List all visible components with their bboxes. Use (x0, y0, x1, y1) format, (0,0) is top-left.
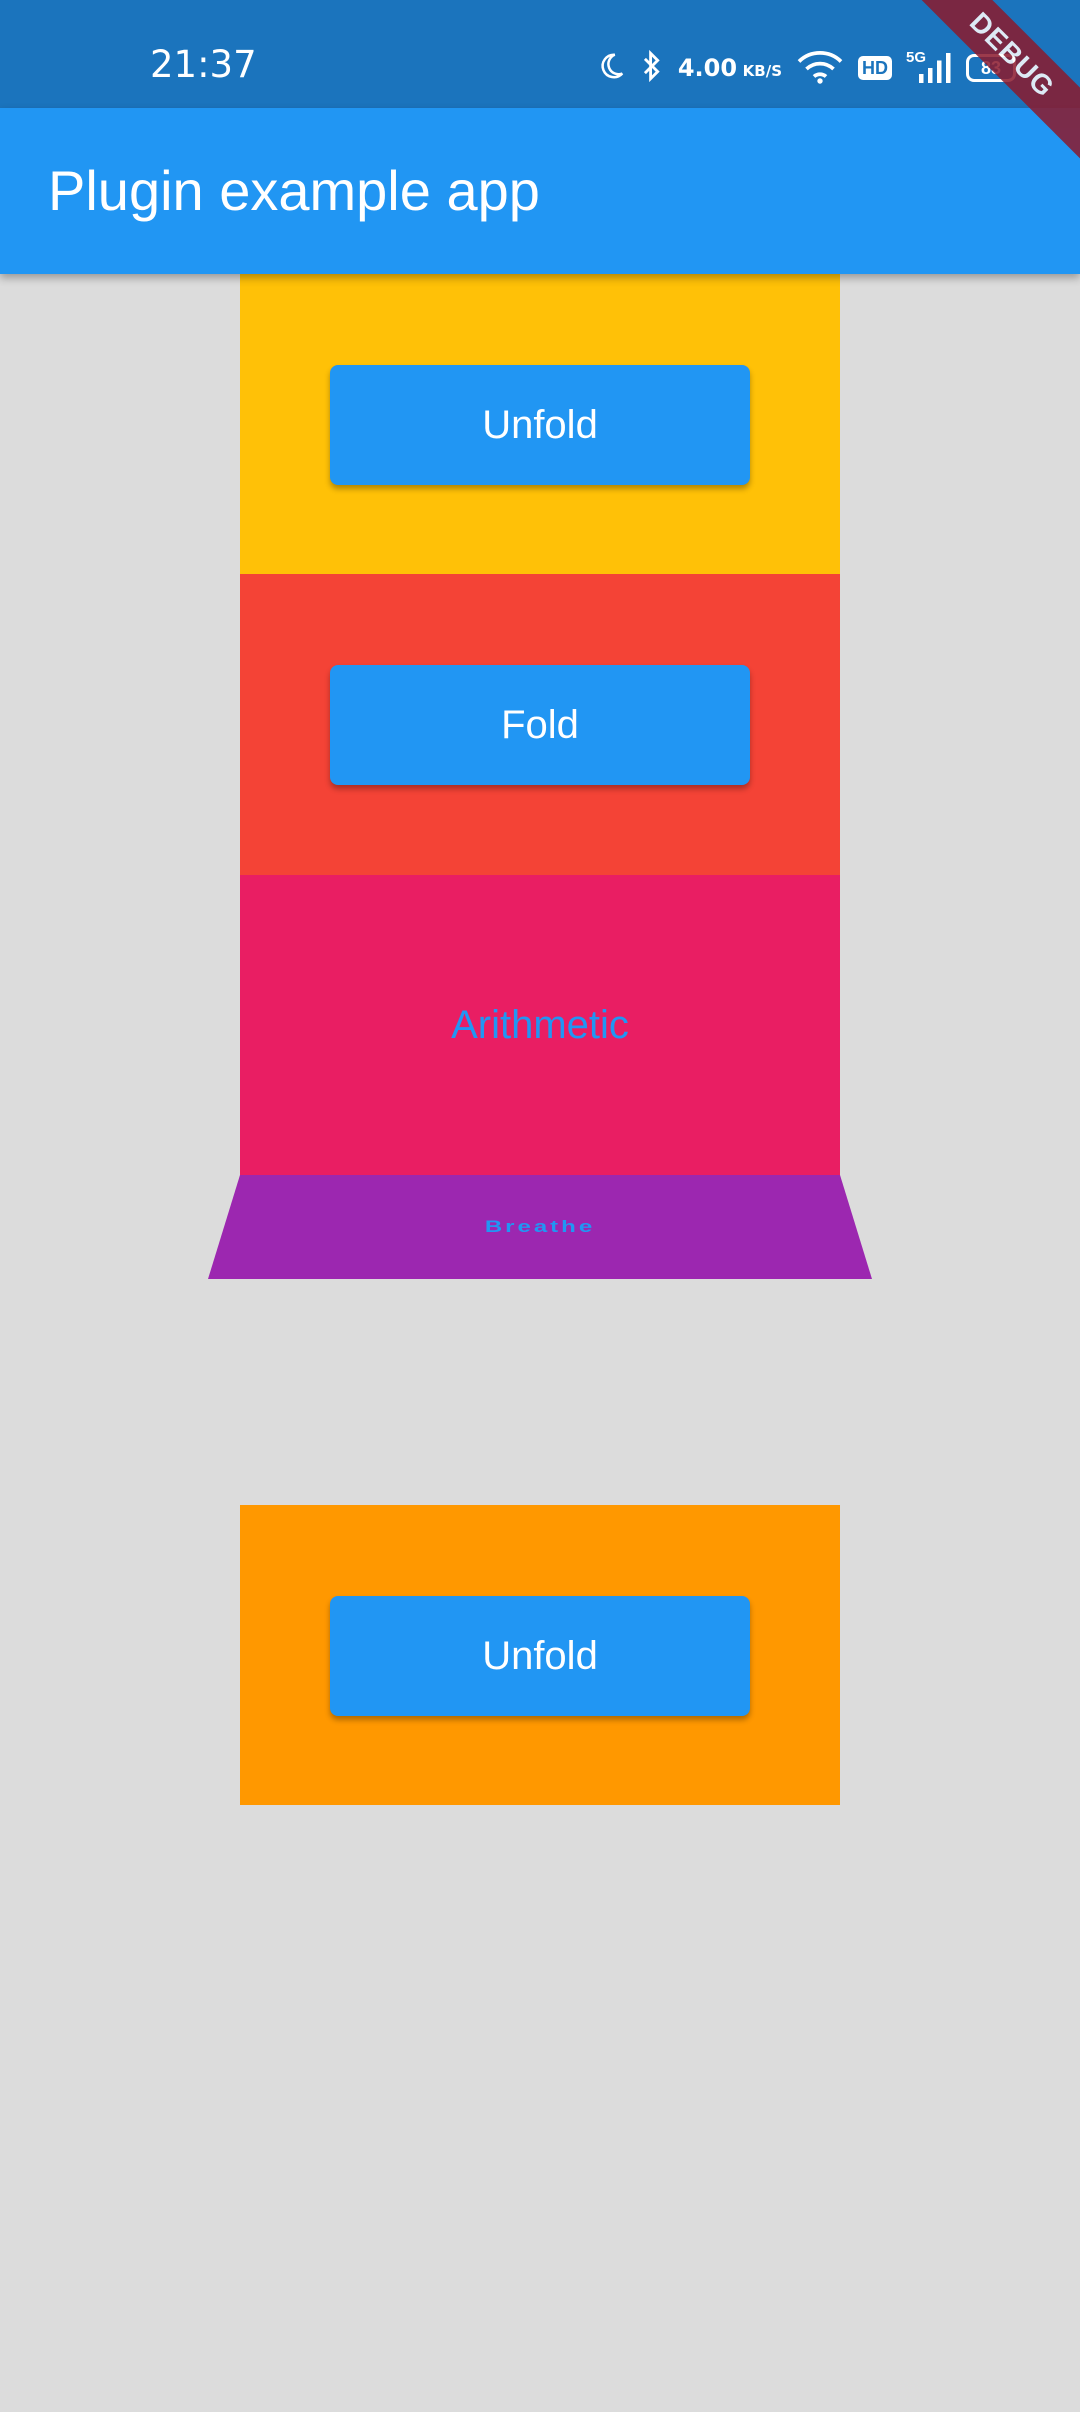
status-time: 21:37 (150, 43, 257, 86)
cellular-signal: 5G (906, 50, 952, 86)
panel-breathe: Breathe (208, 1175, 872, 1279)
status-icons: 4.00 KB/S HD 5G 83 (596, 48, 1016, 88)
panel-unfold-bottom: Unfold (240, 1505, 840, 1805)
breathe-button[interactable]: Breathe (208, 1191, 872, 1264)
network-speed-value: 4.00 (677, 54, 738, 82)
hd-badge: HD (858, 56, 892, 80)
network-speed-unit: KB/S (742, 62, 782, 80)
moon-icon (596, 51, 626, 86)
network-speed: 4.00 KB/S (678, 56, 782, 80)
bluetooth-icon (640, 49, 664, 88)
panel-arithmetic: Arithmetic (240, 875, 840, 1175)
panel-unfold-top: Unfold (240, 274, 840, 574)
status-bar: 21:37 4.00 KB/S HD 5G (0, 0, 1080, 108)
wifi-icon (796, 48, 844, 89)
fold-button[interactable]: Fold (330, 665, 750, 785)
panel-fold: Fold (240, 574, 840, 875)
signal-bars-icon (919, 53, 951, 83)
app-bar: Plugin example app (0, 108, 1080, 274)
arithmetic-button[interactable]: Arithmetic (240, 875, 840, 1175)
page-title: Plugin example app (48, 159, 540, 222)
unfold-button[interactable]: Unfold (330, 365, 750, 485)
unfold-bottom-button[interactable]: Unfold (330, 1596, 750, 1716)
